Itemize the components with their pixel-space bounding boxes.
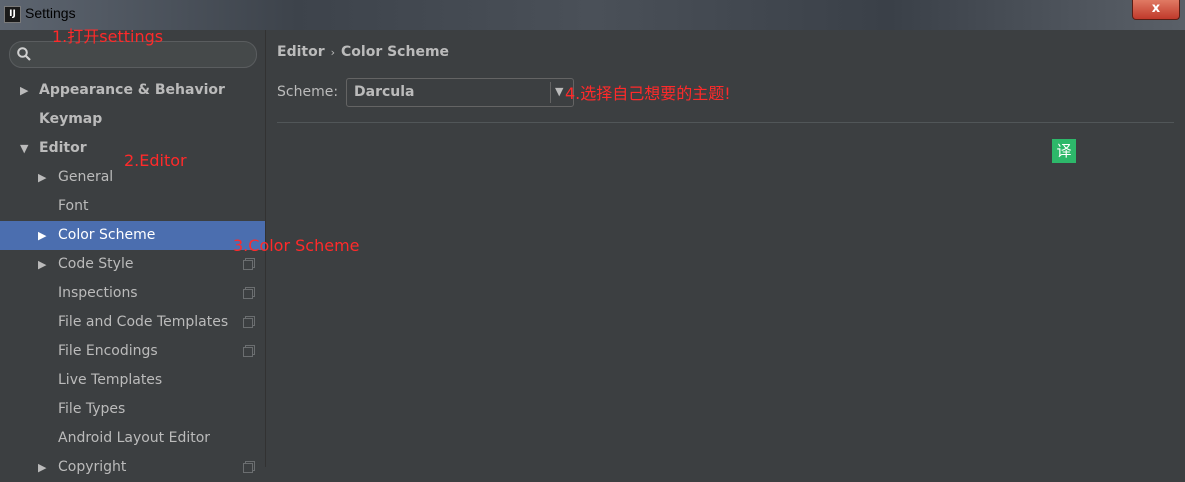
project-copy-icon [243, 463, 253, 473]
scheme-dropdown[interactable]: Darcula ▼ [346, 78, 574, 107]
sidebar-item-label: File Types [58, 401, 126, 417]
window-title: Settings [25, 5, 76, 21]
annotation-choose-theme: 4.选择自己想要的主题! [565, 84, 731, 103]
sidebar-item-label: General [58, 169, 114, 185]
collapsed-arrow-icon[interactable]: ▶ [38, 221, 46, 250]
sidebar-item-appearance-behavior[interactable]: ▶ Appearance & Behavior [0, 76, 265, 105]
translate-icon[interactable]: 译 [1052, 139, 1076, 163]
collapsed-arrow-icon[interactable]: ▶ [38, 163, 46, 192]
dropdown-divider [550, 82, 551, 103]
sidebar-item-file-types[interactable]: File Types [0, 395, 265, 424]
sidebar-item-label: Code Style [58, 256, 134, 272]
project-copy-icon [243, 260, 253, 270]
search-icon [17, 47, 31, 61]
sidebar-item-label: Appearance & Behavior [39, 82, 225, 98]
sidebar-item-code-style[interactable]: ▶ Code Style [0, 250, 265, 279]
collapsed-arrow-icon[interactable]: ▶ [38, 250, 46, 279]
intellij-app-icon: IJ [4, 6, 21, 23]
sidebar-item-font[interactable]: Font [0, 192, 265, 221]
sidebar-item-label: File and Code Templates [58, 314, 229, 330]
sidebar-item-file-encodings[interactable]: File Encodings [0, 337, 265, 366]
scheme-label: Scheme: [277, 84, 339, 100]
sidebar-item-android-layout-editor[interactable]: Android Layout Editor [0, 424, 265, 453]
annotation-color-scheme: 3.Color Scheme [233, 236, 360, 255]
project-copy-icon [243, 318, 253, 328]
settings-tree: ▶ Appearance & Behavior Keymap ▼ Editor ▶ Gene… [0, 76, 265, 482]
chevron-down-icon[interactable]: ▼ [555, 85, 563, 98]
sidebar-item-label: Keymap [39, 111, 103, 127]
expanded-arrow-icon[interactable]: ▼ [20, 134, 28, 163]
collapsed-arrow-icon[interactable]: ▶ [20, 76, 28, 105]
sidebar-item-inspections[interactable]: Inspections [0, 279, 265, 308]
sidebar-item-label: File Encodings [58, 343, 158, 359]
annotation-open-settings: 1.打开settings [52, 27, 164, 46]
breadcrumb-parent: Editor [277, 44, 325, 60]
project-copy-icon [243, 289, 253, 299]
sidebar-item-label: Color Scheme [58, 227, 156, 243]
sidebar-item-label: Font [58, 198, 89, 214]
separator-line [277, 122, 1174, 123]
collapsed-arrow-icon[interactable]: ▶ [38, 453, 46, 482]
close-button[interactable]: x [1132, 0, 1180, 20]
breadcrumb: Editor › Color Scheme [277, 44, 449, 60]
sidebar-item-label: Android Layout Editor [58, 430, 211, 446]
annotation-editor: 2.Editor [124, 151, 187, 170]
sidebar-item-label: Live Templates [58, 372, 163, 388]
sidebar-item-label: Copyright [58, 459, 127, 475]
title-bar: IJ Settings x [0, 0, 1185, 30]
project-copy-icon [243, 347, 253, 357]
sidebar-item-copyright[interactable]: ▶ Copyright [0, 453, 265, 482]
settings-sidebar: ▶ Appearance & Behavior Keymap ▼ Editor ▶ Gene… [0, 30, 265, 475]
breadcrumb-current: Color Scheme [341, 44, 450, 60]
sidebar-item-label: Inspections [58, 285, 138, 301]
sidebar-item-live-templates[interactable]: Live Templates [0, 366, 265, 395]
sidebar-item-file-and-code-templates[interactable]: File and Code Templates [0, 308, 265, 337]
breadcrumb-separator: › [330, 46, 336, 59]
scheme-value: Darcula [354, 84, 415, 100]
sidebar-item-color-scheme[interactable]: ▶ Color Scheme [0, 221, 265, 250]
sidebar-item-keymap[interactable]: Keymap [0, 105, 265, 134]
sidebar-item-label: Editor [39, 140, 87, 156]
